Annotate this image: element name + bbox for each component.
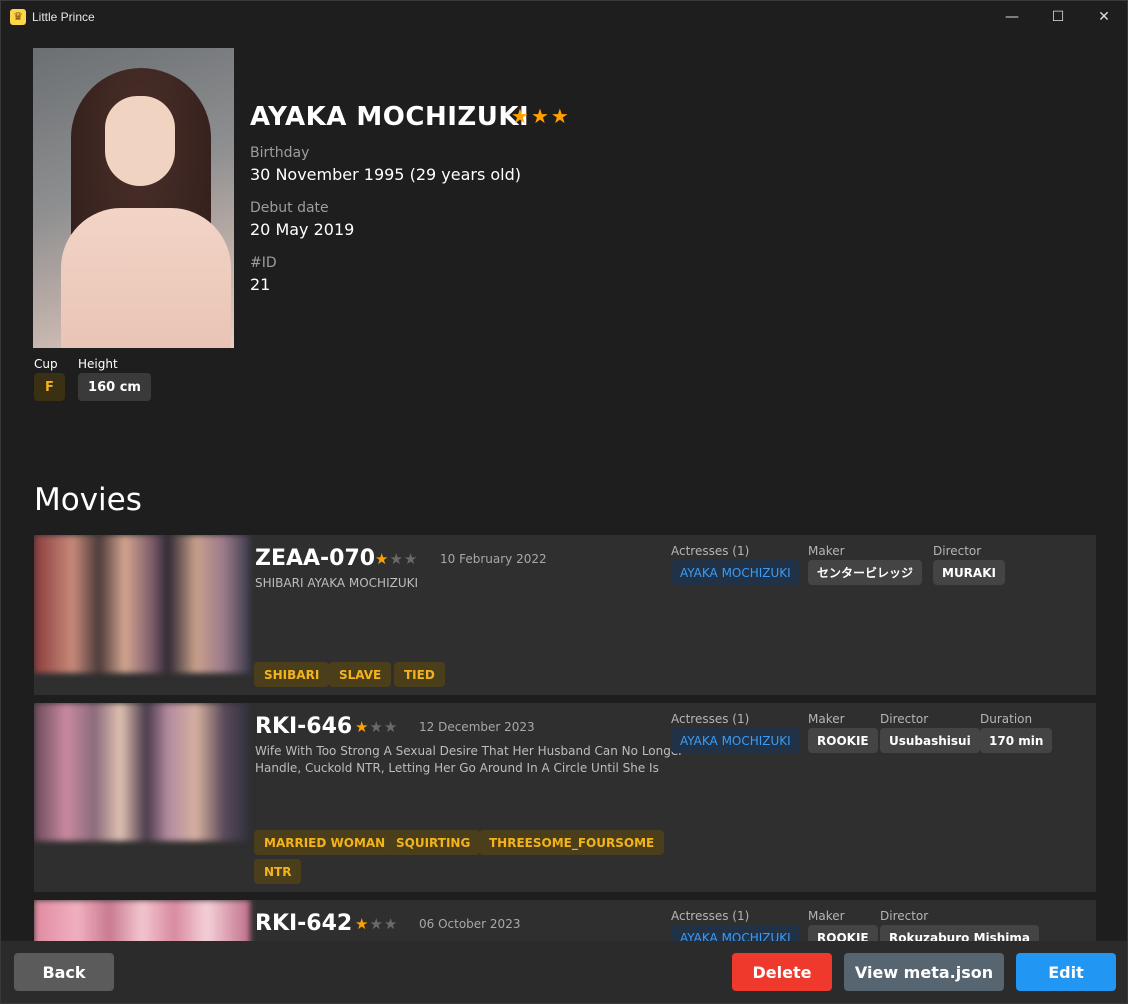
movie-code[interactable]: RKI-646 (255, 714, 352, 739)
actress-name: AYAKA MOCHIZUKI (250, 102, 530, 132)
tag-chip[interactable]: SQUIRTING (386, 830, 481, 855)
tag-chip[interactable]: MARRIED WOMAN (254, 830, 396, 855)
movie-thumbnail[interactable] (34, 535, 250, 673)
actresses-label: Actresses (1) (671, 909, 750, 923)
title-bar: ♛ Little Prince — ☐ ✕ (1, 1, 1127, 32)
star-icon: ★ (375, 550, 390, 568)
view-meta-json-button[interactable]: View meta.json (844, 953, 1004, 991)
maker-label: Maker (808, 909, 845, 923)
birthday-label: Birthday (250, 145, 310, 161)
maker-chip[interactable]: ROOKIE (808, 925, 878, 941)
id-label: #ID (250, 255, 277, 271)
director-label: Director (933, 544, 982, 558)
actress-link[interactable]: AYAKA MOCHIZUKI (671, 728, 800, 753)
cup-badge: F (34, 373, 65, 401)
movie-thumbnail[interactable] (34, 703, 250, 841)
tag-chip[interactable]: TIED (394, 662, 445, 687)
actress-link[interactable]: AYAKA MOCHIZUKI (671, 925, 800, 941)
star-icon: ★ (511, 104, 531, 128)
actress-photo (33, 48, 234, 348)
crown-icon: ♛ (10, 8, 26, 25)
director-chip[interactable]: Rokuzaburo Mishima (880, 925, 1040, 941)
star-icon: ★ (403, 550, 419, 568)
movie-rating-stars: ★★★ (355, 915, 398, 933)
movie-title-text: SHIBARI AYAKA MOCHIZUKI (255, 575, 675, 592)
actresses-label: Actresses (1) (671, 544, 750, 558)
movie-card[interactable]: RKI-642 ★★★ 06 October 2023 Actresses (1… (34, 900, 1096, 941)
app-window: ♛ Little Prince — ☐ ✕ AYAKA MOCHIZUKI ★★… (0, 0, 1128, 1004)
star-icon: ★ (355, 718, 370, 736)
star-icon: ★ (389, 550, 404, 568)
back-button[interactable]: Back (14, 953, 114, 991)
action-bar: Back Delete View meta.json Edit (1, 941, 1127, 1003)
movie-rating-stars: ★★★ (355, 718, 398, 736)
close-button[interactable]: ✕ (1081, 1, 1127, 32)
actresses-label: Actresses (1) (671, 712, 750, 726)
tag-chip[interactable]: SLAVE (329, 662, 392, 687)
tag-chip[interactable]: NTR (254, 859, 302, 884)
movie-title-line: Handle, Cuckold NTR, Letting Her Go Arou… (255, 761, 659, 775)
birthday-value: 30 November 1995 (29 years old) (250, 165, 522, 184)
movie-release-date: 10 February 2022 (440, 552, 547, 566)
maker-chip[interactable]: センタービレッジ (808, 560, 923, 585)
maker-label: Maker (808, 544, 845, 558)
maker-chip[interactable]: ROOKIE (808, 728, 878, 753)
tag-chip[interactable]: THREESOME_FOURSOME (479, 830, 665, 855)
movie-title-line: SHIBARI AYAKA MOCHIZUKI (255, 576, 419, 590)
director-chip[interactable]: MURAKI (933, 560, 1005, 585)
cup-label: Cup (34, 357, 58, 371)
movie-title-line: Wife With Too Strong A Sexual Desire Tha… (255, 744, 684, 758)
movie-release-date: 06 October 2023 (419, 917, 521, 931)
tag-chip[interactable]: SHIBARI (254, 662, 330, 687)
height-label: Height (78, 357, 118, 371)
edit-button[interactable]: Edit (1016, 953, 1116, 991)
debut-date-label: Debut date (250, 200, 329, 216)
actress-rating-stars: ★★★ (511, 104, 571, 128)
star-icon: ★ (369, 915, 384, 933)
duration-label: Duration (980, 712, 1033, 726)
delete-button[interactable]: Delete (732, 953, 832, 991)
movie-release-date: 12 December 2023 (419, 720, 535, 734)
movie-title-text: Wife With Too Strong A Sexual Desire Tha… (255, 743, 685, 777)
movie-card[interactable]: ZEAA-070 ★★★ 10 February 2022 SHIBARI AY… (34, 535, 1096, 695)
window-title: Little Prince (32, 9, 95, 24)
actress-detail-view[interactable]: AYAKA MOCHIZUKI ★★★ Birthday 30 November… (1, 32, 1127, 941)
star-icon: ★ (550, 104, 571, 128)
star-icon: ★ (355, 915, 370, 933)
maker-label: Maker (808, 712, 845, 726)
duration-chip: 170 min (980, 728, 1053, 753)
director-chip[interactable]: Usubashisui (880, 728, 980, 753)
director-label: Director (880, 712, 929, 726)
height-badge: 160 cm (78, 373, 151, 401)
movie-card[interactable]: RKI-646 ★★★ 12 December 2023 Wife With T… (34, 703, 1096, 892)
movie-code[interactable]: RKI-642 (255, 911, 352, 936)
id-value: 21 (250, 275, 271, 294)
star-icon: ★ (383, 718, 399, 736)
minimize-button[interactable]: — (989, 1, 1035, 32)
star-icon: ★ (383, 915, 399, 933)
maximize-button[interactable]: ☐ (1035, 1, 1081, 32)
star-icon: ★ (530, 104, 551, 128)
movie-rating-stars: ★★★ (375, 550, 418, 568)
star-icon: ★ (369, 718, 384, 736)
actress-link[interactable]: AYAKA MOCHIZUKI (671, 560, 800, 585)
movie-thumbnail[interactable] (34, 900, 250, 941)
director-label: Director (880, 909, 929, 923)
movies-heading: Movies (34, 482, 142, 518)
movie-code[interactable]: ZEAA-070 (255, 546, 375, 571)
debut-date-value: 20 May 2019 (250, 220, 355, 239)
